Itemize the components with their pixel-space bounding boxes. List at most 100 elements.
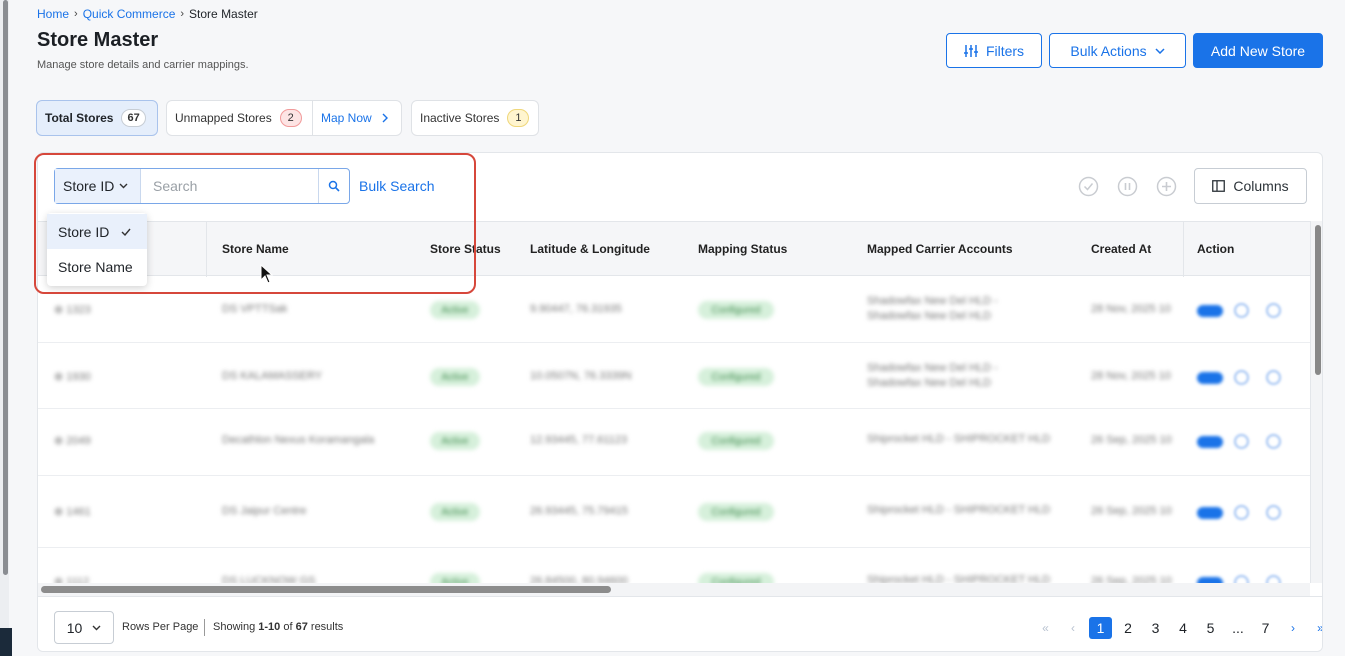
breadcrumb-home[interactable]: Home <box>37 7 69 21</box>
row-carrier-line-1: Shiprocket HLD - SHIPROCKET HLD <box>867 574 1051 583</box>
breadcrumb: Home › Quick Commerce › Store Master <box>37 7 258 21</box>
row-active-toggle[interactable] <box>1197 305 1223 317</box>
bulk-actions-button[interactable]: Bulk Actions <box>1049 33 1186 68</box>
row-id: ⊕ 2049 <box>54 435 91 447</box>
table-horizontal-scrollbar-thumb[interactable] <box>41 586 611 593</box>
pagination: « ‹ 1 2 3 4 5 ... 7 › » <box>1034 616 1322 640</box>
first-page-icon[interactable]: « <box>1034 617 1057 639</box>
table-row[interactable]: ⊕ 1461 DS Jaipur Centre Active 26.93445,… <box>38 476 1310 548</box>
mouse-cursor-icon <box>260 264 274 284</box>
page-3[interactable]: 3 <box>1144 617 1167 639</box>
column-header-lat-long[interactable]: Latitude & Longitude <box>530 242 650 256</box>
row-status-badge: Active <box>430 573 480 583</box>
add-circle-icon[interactable] <box>1156 176 1177 197</box>
rows-per-page-select[interactable]: 10 <box>54 611 114 644</box>
table-row[interactable]: ⊕ 1930 DS KALAMASSERY Active 10.0507N, 7… <box>38 343 1310 409</box>
total-stores-chip[interactable]: Total Stores 67 <box>36 100 158 136</box>
row-status-badge: Active <box>430 432 480 450</box>
left-rail-marker <box>0 628 12 656</box>
row-carrier-line-2: Shadowfax New Del HLD <box>867 310 992 322</box>
row-id-value: 1112 <box>66 576 90 583</box>
rows-per-page-value: 10 <box>66 619 83 636</box>
page-ellipsis: ... <box>1232 620 1244 636</box>
row-lat-long: 26.84500, 80.94600 <box>530 575 628 583</box>
row-edit-icon[interactable] <box>1234 505 1249 520</box>
inactive-stores-count: 1 <box>507 109 530 127</box>
table-row[interactable]: ⊕ 2049 Decathlon Nexus Koramangala Activ… <box>38 409 1310 476</box>
row-carrier-line-1: Shiprocket HLD - SHIPROCKET HLD <box>867 433 1051 445</box>
row-info-icon[interactable] <box>1266 575 1281 583</box>
table-footer: 10 Rows Per Page Showing 1-10 of 67 resu… <box>38 596 1322 651</box>
row-carrier-line-1: Shiprocket HLD - SHIPROCKET HLD <box>867 504 1051 516</box>
breadcrumb-quick-commerce[interactable]: Quick Commerce <box>83 7 176 21</box>
row-active-toggle[interactable] <box>1197 372 1223 384</box>
columns-button[interactable]: Columns <box>1194 168 1307 204</box>
results-summary: Showing 1-10 of 67 results <box>213 621 343 633</box>
total-stores-label: Total Stores <box>45 111 114 125</box>
last-page-icon[interactable]: » <box>1309 617 1322 639</box>
approve-icon[interactable] <box>1078 176 1099 197</box>
row-info-icon[interactable] <box>1266 434 1281 449</box>
filters-button[interactable]: Filters <box>946 33 1042 68</box>
row-info-icon[interactable] <box>1266 303 1281 318</box>
unmapped-stores-label: Unmapped Stores <box>175 111 272 125</box>
results-suffix: results <box>307 621 344 633</box>
row-id-value: 1930 <box>66 371 91 383</box>
row-lat-long: 26.93445, 75.79415 <box>530 505 628 517</box>
row-created-at: 28 Nov, 2025 10 <box>1091 303 1171 315</box>
prev-page-icon[interactable]: ‹ <box>1062 617 1085 639</box>
map-now-link[interactable]: Map Now <box>313 111 388 125</box>
column-header-mapped-carrier[interactable]: Mapped Carrier Accounts <box>867 242 1013 256</box>
row-store-name: Decathlon Nexus Koramangala <box>222 434 375 446</box>
row-mapping-badge: Configured <box>698 368 774 386</box>
row-id-value: 2049 <box>66 435 91 447</box>
page-2[interactable]: 2 <box>1117 617 1140 639</box>
table-vertical-scrollbar-thumb[interactable] <box>1315 225 1321 375</box>
row-store-name: DS VPTTSak <box>222 303 288 315</box>
row-carrier-line-1: Shadowfax New Del HLD - <box>867 362 998 374</box>
page-7[interactable]: 7 <box>1254 617 1277 639</box>
table-horizontal-scrollbar[interactable] <box>38 583 1310 596</box>
column-header-created-at[interactable]: Created At <box>1091 242 1151 256</box>
row-info-icon[interactable] <box>1266 505 1281 520</box>
bulk-actions-label: Bulk Actions <box>1070 42 1147 59</box>
row-created-at: 26 Sep, 2025 10 <box>1091 434 1172 446</box>
page-1[interactable]: 1 <box>1089 617 1112 639</box>
table-row[interactable]: ⊕ 1112 DS LUCKNOW GS Active 26.84500, 80… <box>38 548 1310 583</box>
footer-divider <box>204 619 205 636</box>
chevron-right-icon <box>382 113 388 123</box>
row-status-badge: Active <box>430 503 480 521</box>
chevron-right-icon: › <box>180 8 185 20</box>
chevron-right-icon: › <box>74 8 78 20</box>
row-edit-icon[interactable] <box>1234 434 1249 449</box>
add-new-store-button[interactable]: Add New Store <box>1193 33 1323 68</box>
chevron-down-icon <box>1155 47 1165 54</box>
page-4[interactable]: 4 <box>1172 617 1195 639</box>
unmapped-stores-count: 2 <box>279 109 302 127</box>
sliders-icon <box>963 44 978 57</box>
column-header-mapping-status[interactable]: Mapping Status <box>698 242 787 256</box>
row-mapping-badge: Configured <box>698 503 774 521</box>
page-5[interactable]: 5 <box>1199 617 1222 639</box>
breadcrumb-current: Store Master <box>189 7 258 21</box>
pause-icon[interactable] <box>1117 176 1138 197</box>
results-range: 1-10 <box>258 621 281 633</box>
columns-icon <box>1212 180 1226 192</box>
row-active-toggle[interactable] <box>1197 507 1223 519</box>
row-carrier-line-1: Shadowfax New Del HLD - <box>867 295 998 307</box>
row-active-toggle[interactable] <box>1197 436 1223 448</box>
row-edit-icon[interactable] <box>1234 575 1249 583</box>
next-page-icon[interactable]: › <box>1282 617 1305 639</box>
results-of: of <box>280 621 296 633</box>
row-id-value: 1323 <box>66 304 91 316</box>
row-edit-icon[interactable] <box>1234 303 1249 318</box>
inactive-stores-chip[interactable]: Inactive Stores 1 <box>411 100 539 136</box>
unmapped-stores-filter[interactable]: Unmapped Stores 2 <box>167 101 313 135</box>
map-now-label: Map Now <box>321 111 372 125</box>
row-edit-icon[interactable] <box>1234 370 1249 385</box>
window-scrollbar[interactable] <box>0 0 12 656</box>
window-scrollbar-thumb[interactable] <box>3 0 8 575</box>
columns-label: Columns <box>1233 178 1289 194</box>
table-vertical-scrollbar[interactable] <box>1310 221 1322 583</box>
row-info-icon[interactable] <box>1266 370 1281 385</box>
